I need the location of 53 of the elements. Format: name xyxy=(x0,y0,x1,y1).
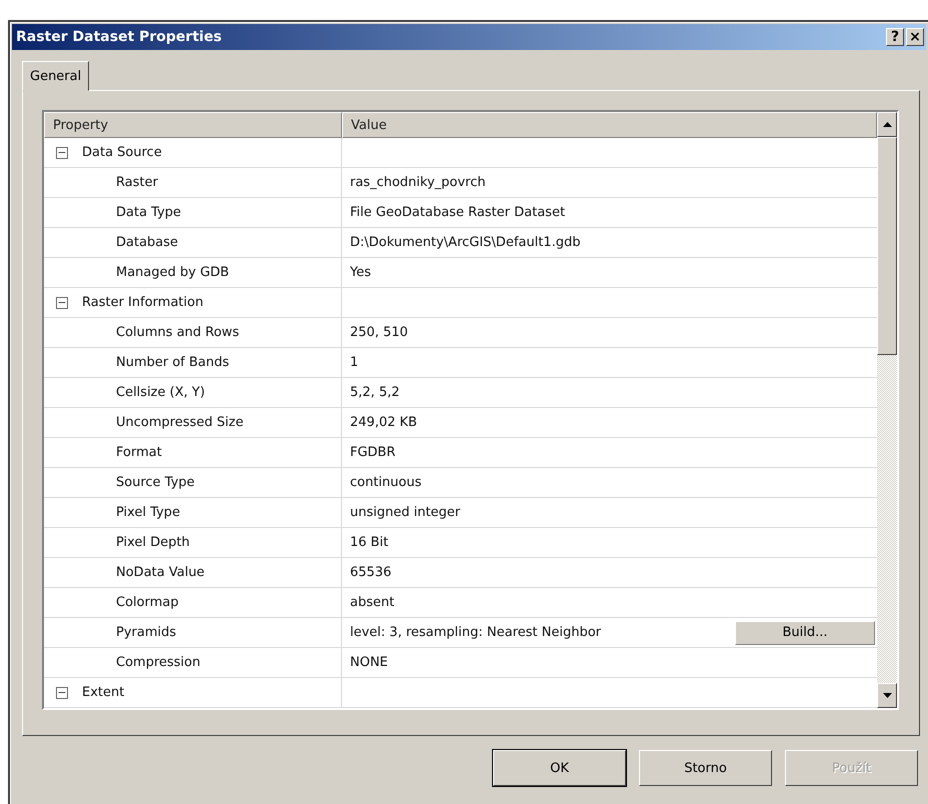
collapse-toggle[interactable]: − xyxy=(56,296,68,308)
dialog-button[interactable]: OK xyxy=(493,750,626,786)
scroll-up-button[interactable] xyxy=(877,112,897,137)
property-name: Pixel Depth xyxy=(116,535,190,550)
property-name: NoData Value xyxy=(116,565,205,580)
property-value: continuous xyxy=(350,475,422,490)
property-name: Source Type xyxy=(116,475,195,490)
property-name: Uncompressed Size xyxy=(116,415,244,430)
property-name: Pyramids xyxy=(116,625,176,640)
property-value: File GeoDatabase Raster Dataset xyxy=(350,205,566,220)
column-header[interactable]: Value xyxy=(342,112,877,138)
property-value: D:\Dokumenty\ArcGIS\Default1.gdb xyxy=(350,235,580,250)
property-name: Data Type xyxy=(116,205,182,220)
property-name: Colormap xyxy=(116,595,179,610)
up-arrow-icon xyxy=(882,122,892,127)
help-button[interactable]: ? xyxy=(886,28,904,46)
group-label: Raster Information xyxy=(82,295,204,310)
collapse-toggle[interactable]: − xyxy=(56,146,68,158)
property-name: Raster xyxy=(116,175,158,190)
property-value: FGDBR xyxy=(350,445,396,460)
property-name: Database xyxy=(116,235,178,250)
window-title: Raster Dataset Properties xyxy=(16,29,222,45)
group-label: Extent xyxy=(82,685,124,700)
column-header[interactable]: Property xyxy=(44,112,342,138)
property-name: Format xyxy=(116,445,162,460)
scrollbar[interactable] xyxy=(877,112,897,708)
property-name: Pixel Type xyxy=(116,505,180,520)
property-name: Number of Bands xyxy=(116,355,230,370)
close-button[interactable]: × xyxy=(906,28,924,46)
down-arrow-icon xyxy=(882,693,892,698)
property-value: 16 Bit xyxy=(350,535,388,550)
property-value: Yes xyxy=(350,265,371,280)
tab[interactable]: General xyxy=(22,61,90,91)
property-value: absent xyxy=(350,595,394,610)
group-label: Data Source xyxy=(82,145,162,160)
property-value: 249,02 KB xyxy=(350,415,418,430)
property-name: Managed by GDB xyxy=(116,265,230,280)
property-value: 5,2, 5,2 xyxy=(350,385,400,400)
scroll-thumb[interactable] xyxy=(877,137,897,355)
scroll-down-button[interactable] xyxy=(877,683,897,708)
property-value: 65536 xyxy=(350,565,392,580)
build-button[interactable]: Build... xyxy=(735,620,875,644)
property-name: Columns and Rows xyxy=(116,325,240,340)
dialog-button[interactable]: Storno xyxy=(639,750,772,786)
property-value: 1 xyxy=(350,355,358,370)
collapse-toggle[interactable]: − xyxy=(56,686,68,698)
property-value: 250, 510 xyxy=(350,325,408,340)
property-value: level: 3, resampling: Nearest Neighbor xyxy=(350,625,602,640)
property-name: Cellsize (X, Y) xyxy=(116,385,205,400)
property-value: NONE xyxy=(350,655,388,670)
property-name: Compression xyxy=(116,655,200,670)
property-value: ras_chodniky_povrch xyxy=(350,175,486,190)
property-value: unsigned integer xyxy=(350,505,460,520)
